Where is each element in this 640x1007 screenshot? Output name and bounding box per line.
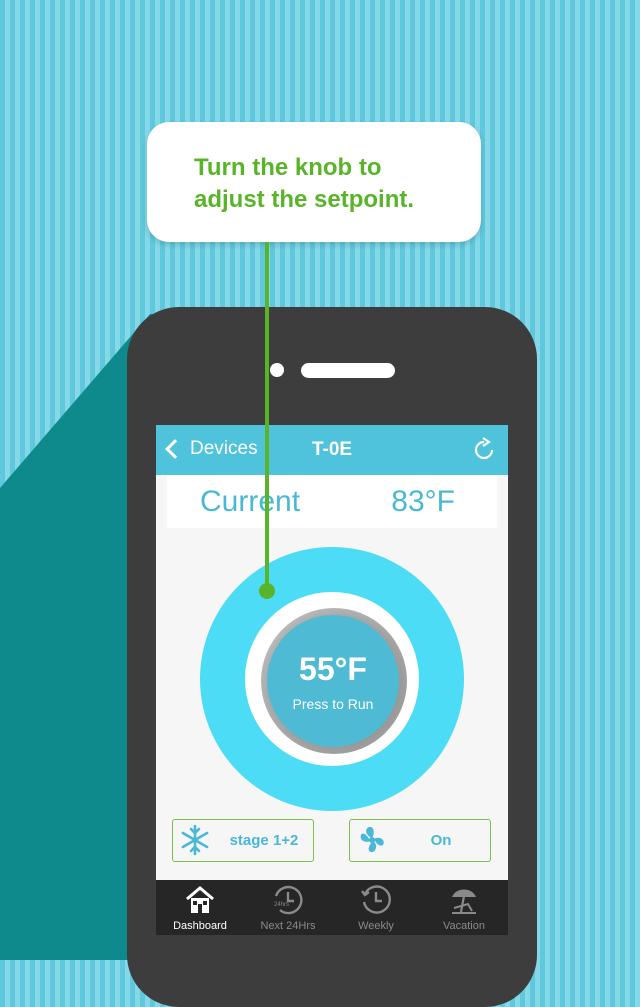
current-label: Current <box>200 485 301 518</box>
phone-speaker <box>301 363 395 378</box>
tab-vacation-label: Vacation <box>443 920 485 932</box>
callout-pointer-dot <box>259 583 275 599</box>
cool-mode-button[interactable]: stage 1+2 <box>172 819 314 862</box>
current-temperature-card: Current 83°F <box>167 475 497 528</box>
fan-mode-label: On <box>430 832 452 849</box>
tab-next-24hrs[interactable]: 24hrs Next 24Hrs <box>244 880 332 935</box>
app-screen: Devices T-0E Current 83°F 55°F Press to … <box>156 425 508 935</box>
tab-dashboard-label: Dashboard <box>173 920 227 932</box>
refresh-icon[interactable] <box>470 436 498 464</box>
snowflake-icon <box>181 824 209 856</box>
callout-text: Turn the knob to adjust the setpoint. <box>194 154 415 213</box>
run-button[interactable]: 55°F Press to Run <box>267 615 399 747</box>
clock-24-icon: 24hrs <box>274 885 303 915</box>
tab-dashboard[interactable]: Dashboard <box>156 880 244 935</box>
tab-vacation[interactable]: Vacation <box>420 880 508 935</box>
current-temperature-value: 83°F <box>391 485 455 518</box>
home-icon <box>186 886 214 913</box>
tab-bar: Dashboard 24hrs Next 24Hrs Weekly Vacati… <box>156 880 508 935</box>
svg-text:24hrs: 24hrs <box>274 902 289 908</box>
callout-bubble: Turn the knob to adjust the setpoint. <box>147 122 481 242</box>
nav-bar: Devices T-0E <box>156 425 508 475</box>
tab-weekly[interactable]: Weekly <box>332 880 420 935</box>
setpoint-value: 55°F <box>299 651 367 687</box>
phone-camera <box>270 363 284 377</box>
page-title: T-0E <box>311 439 353 460</box>
beach-umbrella-icon <box>452 889 476 914</box>
cool-mode-label: stage 1+2 <box>229 832 299 849</box>
fan-icon <box>360 826 384 853</box>
run-label: Press to Run <box>292 696 374 712</box>
clock-icon <box>361 885 391 914</box>
tab-next-24hrs-label: Next 24Hrs <box>260 920 316 932</box>
fan-mode-button[interactable]: On <box>349 819 491 862</box>
tab-weekly-label: Weekly <box>358 920 394 932</box>
callout-pointer-line <box>265 242 269 592</box>
